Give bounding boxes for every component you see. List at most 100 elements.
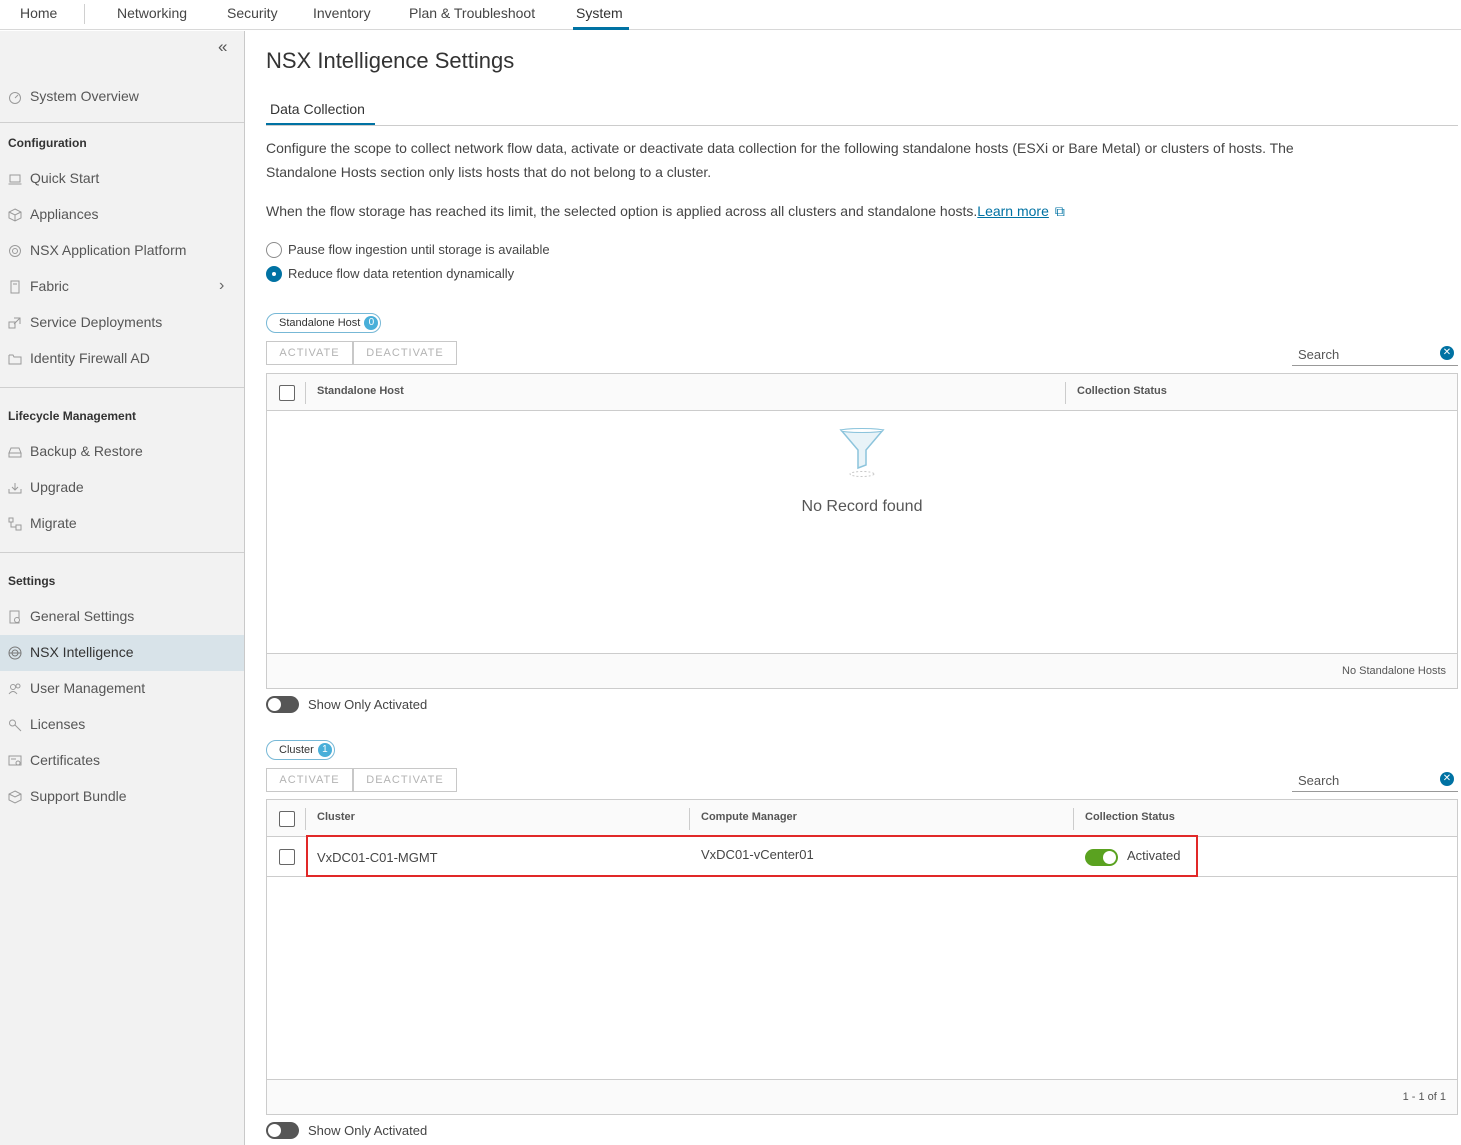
deactivate-button[interactable]: DEACTIVATE (353, 768, 457, 792)
folder-icon (8, 354, 22, 365)
dashboard-icon (9, 92, 21, 104)
nav-security[interactable]: Security (227, 5, 278, 21)
column-header-standalone-host[interactable]: Standalone Host (317, 385, 404, 397)
sidebar-item-upgrade[interactable]: Upgrade (0, 470, 244, 506)
pagination-text: 1 - 1 of 1 (1402, 1091, 1446, 1103)
sidebar-item-label: Upgrade (30, 479, 84, 495)
tab-data-collection[interactable]: Data Collection (266, 101, 369, 117)
sidebar-item-label: User Management (30, 680, 146, 696)
nav-home[interactable]: Home (20, 5, 57, 21)
radio-label: Pause flow ingestion until storage is av… (288, 242, 550, 257)
platform-icon (9, 245, 21, 257)
empty-filter-icon (839, 428, 885, 477)
deactivate-button[interactable]: DEACTIVATE (353, 341, 457, 365)
nav-plan-troubleshoot[interactable]: Plan & Troubleshoot (409, 5, 535, 21)
grid-footer: No Standalone Hosts (267, 653, 1457, 688)
sidebar-divider (0, 552, 244, 553)
sidebar-item-label: Support Bundle (30, 788, 127, 804)
sidebar-item-label: Appliances (30, 206, 99, 222)
chip-label: Standalone Host (279, 317, 361, 329)
nav-system[interactable]: System (576, 5, 623, 21)
sidebar-item-appliances[interactable]: Appliances (0, 197, 244, 233)
toggle-switch[interactable] (266, 1122, 299, 1139)
sidebar-item-quick-start[interactable]: Quick Start (0, 161, 244, 197)
sidebar-item-label: Quick Start (30, 170, 100, 186)
activate-button[interactable]: ACTIVATE (266, 341, 353, 365)
grid-header: Standalone Host Collection Status (267, 374, 1457, 411)
column-header-collection-status[interactable]: Collection Status (1085, 811, 1175, 823)
sidebar-item-licenses[interactable]: Licenses (0, 707, 244, 743)
main-content: NSX Intelligence Settings Data Collectio… (246, 31, 1461, 1145)
standalone-host-chip: Standalone Host 0 (266, 313, 382, 333)
sidebar-item-migrate[interactable]: Migrate (0, 506, 244, 542)
column-divider (1065, 382, 1066, 404)
laptop-icon (8, 174, 22, 185)
sidebar-item-fabric[interactable]: Fabric › (0, 269, 244, 305)
column-divider (305, 808, 306, 830)
search-placeholder: Search (1298, 347, 1340, 362)
sidebar-item-general-settings[interactable]: General Settings (0, 599, 244, 635)
nav-networking[interactable]: Networking (117, 5, 187, 21)
migrate-icon (8, 517, 22, 531)
sidebar-item-label: NSX Application Platform (30, 242, 187, 258)
server-icon (10, 280, 20, 294)
key-icon (9, 719, 22, 732)
chevron-right-icon[interactable]: › (219, 277, 224, 295)
cluster-search-input[interactable]: Search ✕ (1292, 768, 1458, 792)
search-placeholder: Search (1298, 773, 1340, 788)
sidebar-item-certificates[interactable]: Certificates (0, 743, 244, 779)
learn-more-link[interactable]: Learn more (977, 203, 1049, 219)
standalone-host-grid: Standalone Host Collection Status No Rec… (266, 373, 1458, 689)
deploy-icon (8, 317, 21, 329)
chip-label: Cluster (279, 744, 314, 756)
sidebar-item-service-deployments[interactable]: Service Deployments (0, 305, 244, 341)
description-line: Configure the scope to collect network f… (266, 140, 1294, 156)
column-header-collection-status[interactable]: Collection Status (1077, 385, 1167, 397)
description-scope: Configure the scope to collect network f… (266, 136, 1294, 184)
sidebar-item-label: Migrate (30, 515, 77, 531)
sidebar-item-label: Identity Firewall AD (30, 350, 150, 366)
double-chevron-left-icon[interactable]: « (218, 37, 228, 57)
section-heading-lifecycle: Lifecycle Management (8, 409, 137, 423)
radio-button[interactable] (266, 266, 282, 282)
column-header-cluster[interactable]: Cluster (317, 811, 355, 823)
clear-search-icon[interactable]: ✕ (1440, 772, 1454, 786)
grid-footer: 1 - 1 of 1 (267, 1079, 1457, 1114)
standalone-search-input[interactable]: Search ✕ (1292, 342, 1458, 366)
sidebar-item-support-bundle[interactable]: Support Bundle (0, 779, 244, 815)
page-title: NSX Intelligence Settings (266, 48, 515, 73)
activate-button[interactable]: ACTIVATE (266, 768, 353, 792)
sidebar-divider (0, 122, 244, 123)
column-divider (305, 382, 306, 404)
sidebar-item-user-management[interactable]: User Management (0, 671, 244, 707)
empty-state-text: No Record found (801, 498, 923, 515)
sidebar-item-label: Licenses (30, 716, 86, 732)
sidebar-item-label: NSX Intelligence (30, 644, 134, 660)
sidebar-item-label: Certificates (30, 752, 101, 768)
select-all-checkbox[interactable] (279, 811, 295, 827)
radio-label: Reduce flow data retention dynamically (288, 266, 515, 281)
select-all-checkbox[interactable] (279, 385, 295, 401)
certificate-icon (8, 755, 22, 766)
sidebar-item-label: Service Deployments (30, 314, 163, 330)
clear-search-icon[interactable]: ✕ (1440, 346, 1454, 360)
sidebar-item-system-overview[interactable]: System Overview (0, 79, 244, 115)
sidebar-item-label: Fabric (30, 278, 69, 294)
intelligence-icon (8, 646, 22, 660)
count-badge: 0 (364, 316, 379, 330)
section-heading-settings: Settings (8, 574, 56, 588)
sidebar-item-nsx-intelligence[interactable]: NSX Intelligence (0, 635, 244, 671)
nav-inventory[interactable]: Inventory (313, 5, 371, 21)
external-link-icon[interactable]: ⧉ (1055, 199, 1065, 223)
nav-divider (84, 4, 85, 24)
column-header-compute-manager[interactable]: Compute Manager (701, 811, 797, 823)
sidebar-item-identity-firewall-ad[interactable]: Identity Firewall AD (0, 341, 244, 377)
radio-button[interactable] (266, 242, 282, 258)
description-line: Standalone Hosts section only lists host… (266, 164, 712, 180)
sidebar-item-label: System Overview (30, 88, 139, 104)
toggle-switch[interactable] (266, 696, 299, 713)
grid-header: Cluster Compute Manager Collection Statu… (267, 800, 1457, 837)
row-checkbox[interactable] (279, 849, 295, 865)
sidebar-item-backup-restore[interactable]: Backup & Restore (0, 434, 244, 470)
sidebar-item-nsx-application-platform[interactable]: NSX Application Platform (0, 233, 244, 269)
